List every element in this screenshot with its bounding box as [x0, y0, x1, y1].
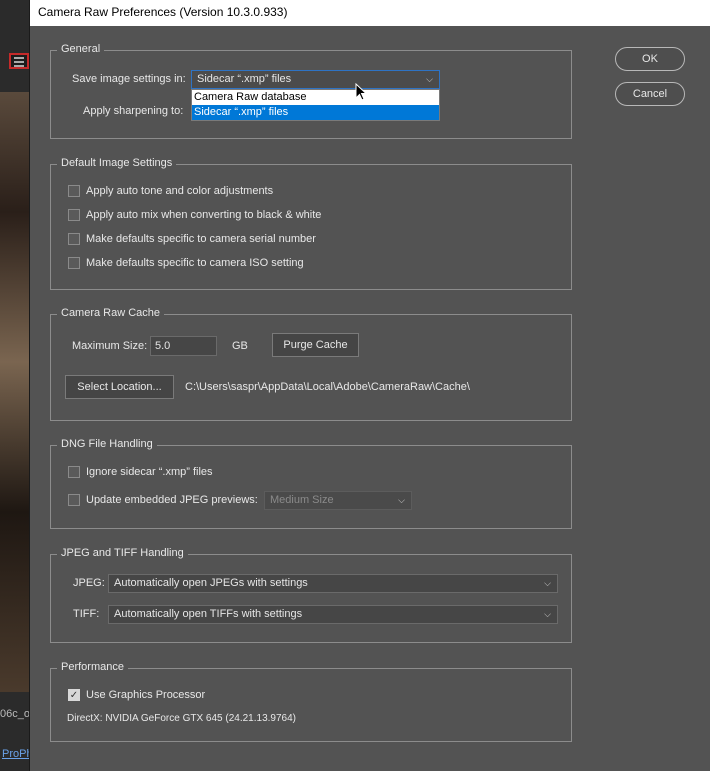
jpeg-label: JPEG:: [73, 577, 105, 589]
default-image-title: Default Image Settings: [57, 157, 177, 169]
preview-size-select[interactable]: Medium Size ⌵: [264, 491, 412, 510]
sharpening-label: Apply sharpening to:: [83, 105, 184, 117]
jpeg-handling-select[interactable]: Automatically open JPEGs with settings ⌵: [108, 574, 558, 593]
purge-cache-button[interactable]: Purge Cache: [272, 333, 359, 357]
tiff-label: TIFF:: [73, 608, 100, 620]
dng-title: DNG File Handling: [57, 438, 157, 450]
update-previews-checkbox[interactable]: [68, 494, 80, 506]
default-image-group: Default Image Settings: [50, 157, 572, 290]
save-settings-dropdown-list: Camera Raw database Sidecar “.xmp” files: [191, 89, 440, 121]
gpu-label: Use Graphics Processor: [86, 689, 206, 701]
performance-group: Performance: [50, 661, 572, 742]
chevron-down-icon: ⌵: [426, 74, 433, 84]
auto-mix-checkbox[interactable]: [68, 209, 80, 221]
background-filename: 06c_o: [0, 708, 30, 720]
cancel-button[interactable]: Cancel: [615, 82, 685, 106]
select-location-button[interactable]: Select Location...: [65, 375, 174, 399]
chevron-down-icon: ⌵: [544, 578, 551, 588]
serial-defaults-label: Make defaults specific to camera serial …: [86, 233, 316, 245]
general-title: General: [57, 43, 105, 55]
background-photo: [0, 92, 30, 692]
cache-group: Camera Raw Cache: [50, 307, 572, 421]
panel-menu-icon[interactable]: [9, 53, 29, 69]
directx-info: DirectX: NVIDIA GeForce GTX 645 (24.21.1…: [67, 713, 296, 724]
auto-mix-label: Apply auto mix when converting to black …: [86, 209, 322, 221]
iso-defaults-label: Make defaults specific to camera ISO set…: [86, 257, 304, 269]
ok-button[interactable]: OK: [615, 47, 685, 71]
dropdown-option-database[interactable]: Camera Raw database: [192, 90, 439, 105]
serial-defaults-checkbox[interactable]: [68, 233, 80, 245]
jpeg-tiff-group: JPEG and TIFF Handling: [50, 547, 572, 643]
auto-tone-label: Apply auto tone and color adjustments: [86, 185, 274, 197]
jpeg-tiff-title: JPEG and TIFF Handling: [57, 547, 188, 559]
gpu-checkbox[interactable]: ✓: [68, 689, 80, 701]
size-unit-label: GB: [232, 340, 248, 352]
tiff-handling-value: Automatically open TIFFs with settings: [114, 608, 303, 620]
preview-size-value: Medium Size: [270, 494, 334, 506]
ignore-sidecar-label: Ignore sidecar “.xmp” files: [86, 466, 213, 478]
preferences-dialog: Camera Raw Preferences (Version 10.3.0.9…: [29, 0, 710, 771]
tiff-handling-select[interactable]: Automatically open TIFFs with settings ⌵: [108, 605, 558, 624]
chevron-down-icon: ⌵: [398, 495, 405, 505]
max-size-label: Maximum Size:: [72, 340, 148, 352]
chevron-down-icon: ⌵: [544, 609, 551, 619]
dialog-title: Camera Raw Preferences (Version 10.3.0.9…: [30, 0, 710, 26]
auto-tone-checkbox[interactable]: [68, 185, 80, 197]
cache-title: Camera Raw Cache: [57, 307, 165, 319]
save-settings-value: Sidecar “.xmp” files: [197, 73, 292, 85]
performance-title: Performance: [57, 661, 128, 673]
jpeg-handling-value: Automatically open JPEGs with settings: [114, 577, 308, 589]
background-link[interactable]: ProPh: [2, 748, 30, 760]
max-size-input[interactable]: 5.0: [150, 336, 217, 356]
update-previews-label: Update embedded JPEG previews:: [86, 494, 258, 506]
save-settings-select[interactable]: Sidecar “.xmp” files ⌵: [191, 70, 440, 89]
mouse-cursor-icon: [355, 83, 367, 101]
dropdown-option-sidecar[interactable]: Sidecar “.xmp” files: [192, 105, 439, 120]
iso-defaults-checkbox[interactable]: [68, 257, 80, 269]
save-settings-label: Save image settings in:: [72, 73, 186, 85]
cache-path: C:\Users\saspr\AppData\Local\Adobe\Camer…: [185, 381, 470, 393]
dng-group: DNG File Handling: [50, 438, 572, 529]
ignore-sidecar-checkbox[interactable]: [68, 466, 80, 478]
